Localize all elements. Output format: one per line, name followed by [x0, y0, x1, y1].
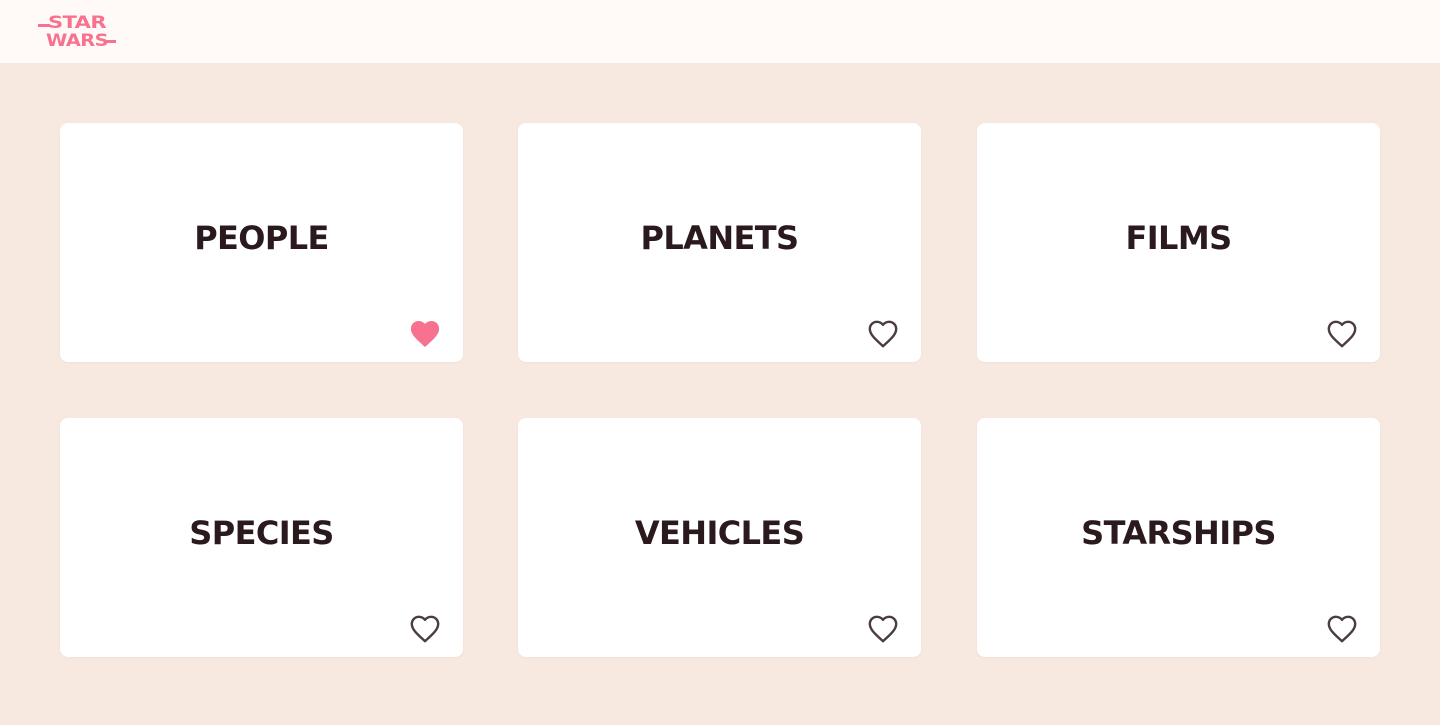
heart-outline-icon — [868, 320, 898, 348]
category-title: SPECIES — [189, 514, 334, 552]
favorite-toggle[interactable] — [865, 612, 901, 646]
category-card-starships[interactable]: STARSHIPS — [977, 418, 1380, 657]
favorite-toggle[interactable] — [1324, 612, 1360, 646]
logo-text-line1: STAR — [48, 13, 106, 33]
logo-text-line2: WARS — [46, 31, 108, 49]
heart-outline-icon — [1327, 615, 1357, 643]
favorite-toggle[interactable] — [865, 317, 901, 351]
star-wars-logo[interactable]: STAR WARS — [38, 13, 116, 49]
category-title: PEOPLE — [194, 219, 329, 257]
category-card-planets[interactable]: PLANETS — [518, 123, 921, 362]
top-header: STAR WARS — [0, 0, 1440, 63]
category-title: STARSHIPS — [1081, 514, 1276, 552]
favorite-toggle[interactable] — [1324, 317, 1360, 351]
heart-filled-icon — [410, 320, 440, 348]
favorite-toggle[interactable] — [407, 612, 443, 646]
heart-outline-icon — [868, 615, 898, 643]
category-card-species[interactable]: SPECIES — [60, 418, 463, 657]
category-card-vehicles[interactable]: VEHICLES — [518, 418, 921, 657]
logo-image: STAR WARS — [38, 13, 116, 49]
category-title: PLANETS — [640, 219, 800, 257]
heart-outline-icon — [410, 615, 440, 643]
favorite-toggle[interactable] — [407, 317, 443, 351]
heart-outline-icon — [1327, 320, 1357, 348]
category-title: FILMS — [1125, 219, 1232, 257]
category-card-films[interactable]: FILMS — [977, 123, 1380, 362]
category-card-people[interactable]: PEOPLE — [60, 123, 463, 362]
category-title: VEHICLES — [634, 514, 805, 552]
